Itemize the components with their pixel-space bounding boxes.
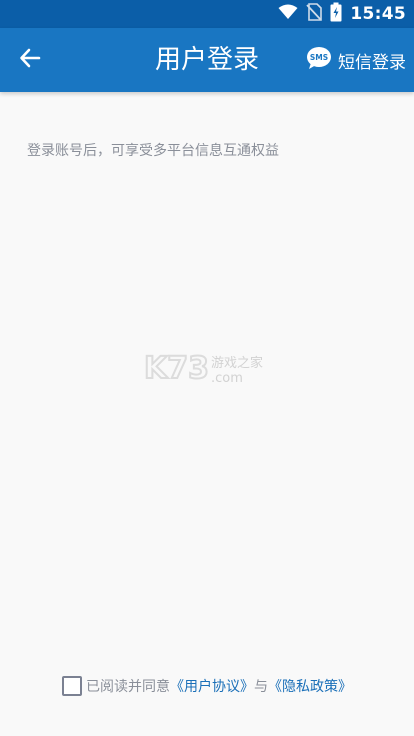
agreement-checkbox[interactable] [62, 676, 82, 696]
battery-charging-icon [330, 2, 342, 26]
agreement-row: 已阅读并同意 《用户协议》 与 《隐私政策》 [0, 674, 414, 698]
user-agreement-link[interactable]: 《用户协议》 [170, 676, 254, 696]
watermark-logo-text: K73 [144, 351, 209, 386]
no-sim-icon [306, 3, 323, 25]
status-icons: 15:45 [278, 0, 406, 28]
wifi-icon [278, 4, 298, 24]
sms-login-button[interactable]: SMS 短信登录 [306, 46, 406, 74]
agreement-conjunction: 与 [254, 679, 268, 695]
watermark-domain: .com [211, 371, 243, 386]
back-button[interactable] [12, 42, 48, 78]
sms-bubble-icon: SMS [306, 46, 332, 74]
sms-login-label: 短信登录 [338, 52, 406, 73]
status-time: 15:45 [350, 4, 406, 24]
login-hint-text: 登录账号后，可享受多平台信息互通权益 [27, 143, 279, 159]
status-bar: 15:45 [0, 0, 414, 28]
arrow-left-icon [19, 47, 41, 73]
privacy-policy-link[interactable]: 《隐私政策》 [268, 676, 352, 696]
watermark-logo: K73 游戏之家 .com [143, 350, 274, 387]
sms-icon-text: SMS [310, 53, 328, 62]
app-bar: 用户登录 SMS 短信登录 [0, 28, 414, 92]
watermark-tagline: 游戏之家 [211, 355, 263, 371]
agreement-prefix: 已阅读并同意 [86, 679, 170, 695]
